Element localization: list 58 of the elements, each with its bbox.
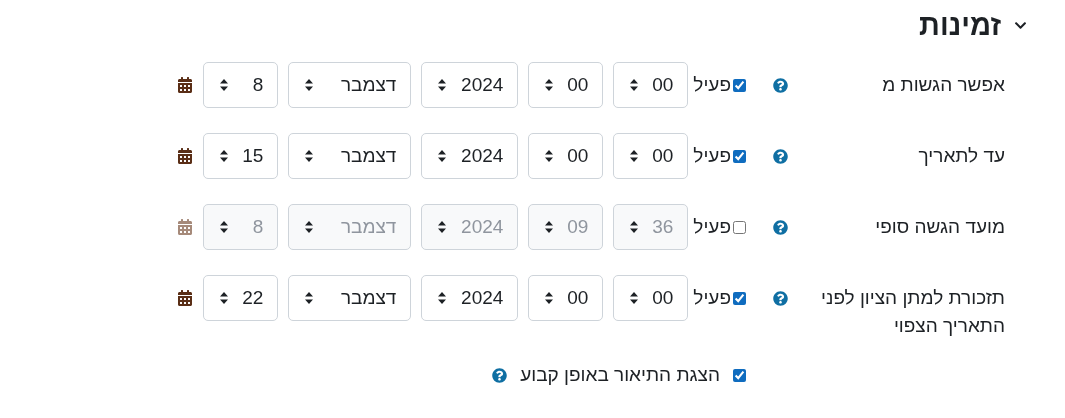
field-label: עד לתאריך [917,144,1005,168]
hour-select[interactable]: 00 [528,62,604,108]
calendar-icon[interactable] [177,290,194,306]
year-select[interactable]: 2024 [421,62,519,108]
day-select[interactable]: 22 [203,275,279,321]
description-checkbox[interactable] [733,368,746,382]
caret-icon [305,221,314,233]
hour-select[interactable]: 00 [528,133,604,179]
enable-checkbox[interactable] [733,220,746,234]
enable-label: פעיל [693,145,731,167]
caret-icon [220,221,229,233]
caret-icon [545,150,554,162]
caret-icon [630,150,639,162]
caret-icon [305,79,314,91]
checkbox-label: הצגת התיאור באופן קבוע [520,364,720,386]
caret-icon [305,150,314,162]
month-select[interactable]: דצמבר [288,62,412,108]
caret-icon [305,292,314,304]
help-icon[interactable] [772,219,788,235]
field-label: תזכורת למתן הציון לפני התאריך הצפוי [820,286,1005,338]
caret-icon [630,292,639,304]
enable-checkbox[interactable] [733,149,746,163]
caret-icon [545,292,554,304]
caret-icon [438,292,447,304]
minute-select[interactable]: 00 [613,275,689,321]
caret-icon [630,79,639,91]
enable-checkbox[interactable] [733,291,746,305]
enable-label: פעיל [693,74,731,96]
caret-icon [438,79,447,91]
day-select[interactable]: 8 [203,62,279,108]
minute-select[interactable]: 00 [613,133,689,179]
field-label: אפשר הגשות מ [881,73,1005,97]
calendar-icon[interactable] [177,148,194,164]
caret-icon [220,79,229,91]
help-icon[interactable] [772,290,788,306]
help-icon[interactable] [492,367,508,383]
enable-label: פעיל [693,216,731,238]
month-select[interactable]: דצמבר [288,275,412,321]
help-icon[interactable] [772,148,788,164]
caret-icon [545,79,554,91]
caret-icon [438,150,447,162]
section-title: זמינות [919,8,1001,42]
enable-label: פעיל [693,287,731,309]
minute-select[interactable]: 00 [613,62,689,108]
field-label: מועד הגשה סופי [874,215,1005,239]
caret-icon [220,292,229,304]
year-select[interactable]: 2024 [421,275,519,321]
caret-icon [545,221,554,233]
month-select[interactable]: דצמבר [288,133,412,179]
calendar-icon[interactable] [177,77,194,93]
hour-select[interactable]: 00 [528,275,604,321]
enable-checkbox[interactable] [733,78,746,92]
caret-icon [438,221,447,233]
year-select[interactable]: 2024 [421,133,519,179]
caret-icon [220,150,229,162]
caret-icon [630,221,639,233]
day-select[interactable]: 15 [203,133,279,179]
help-icon[interactable] [772,77,788,93]
